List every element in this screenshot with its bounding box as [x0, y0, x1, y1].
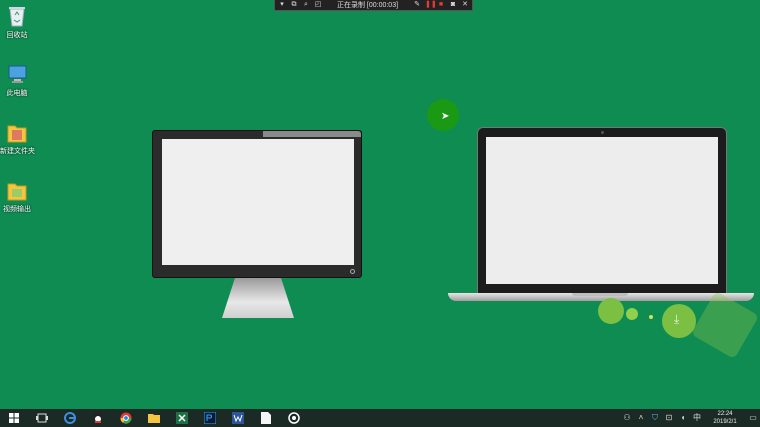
- desktop-icon-this-pc[interactable]: 此电脑: [0, 62, 34, 98]
- photoshop-icon[interactable]: [196, 409, 224, 427]
- pause-icon[interactable]: ❚❚: [425, 0, 437, 10]
- clock-date: 2019/2/1: [713, 419, 737, 425]
- dropdown-arrow-icon[interactable]: ▾: [278, 0, 286, 10]
- decor-dot: [626, 308, 638, 320]
- desktop-icon-new-folder[interactable]: 新建文件夹: [0, 120, 35, 156]
- notifications-icon[interactable]: ▭: [746, 409, 760, 427]
- region-icon[interactable]: ◰: [314, 0, 322, 10]
- decor-dot: [649, 315, 653, 319]
- desktop: 回收站 此电脑 新建文件夹 视频输出 ▾ ⧉ ⌕ ◰ 正在录制 [00:00:0…: [0, 0, 760, 409]
- recycle-bin-icon: [6, 4, 28, 28]
- clock-time: 22:24: [717, 411, 733, 417]
- task-view-icon[interactable]: [28, 409, 56, 427]
- word-icon[interactable]: [224, 409, 252, 427]
- blank-document-icon[interactable]: [252, 409, 280, 427]
- laptop-illustration: [477, 127, 727, 295]
- show-hidden-icons-chevron-icon[interactable]: ˄: [634, 409, 648, 427]
- webcam-icon: [601, 131, 604, 134]
- power-button-icon: [350, 269, 355, 274]
- desktop-icon-label: 视频输出: [3, 206, 31, 213]
- zoom-icon[interactable]: ⌕: [302, 0, 310, 10]
- monitor-screen: [162, 139, 354, 265]
- desktop-icon-video-output[interactable]: 视频输出: [0, 178, 34, 214]
- camera-icon[interactable]: ◙: [449, 0, 457, 10]
- system-tray: ⚇ ˄ ⛉ ⊡ ◖ 中 22:24 2019/2/1 ▭: [620, 409, 760, 427]
- qq-icon[interactable]: [84, 409, 112, 427]
- taskbar: ⚇ ˄ ⛉ ⊡ ◖ 中 22:24 2019/2/1 ▭: [0, 409, 760, 427]
- decor-shape: [690, 290, 760, 360]
- folder-icon: [6, 178, 28, 202]
- file-explorer-icon[interactable]: [140, 409, 168, 427]
- desktop-icon-label: 此电脑: [6, 90, 28, 97]
- people-icon[interactable]: ⚇: [620, 409, 634, 427]
- edge-icon[interactable]: [56, 409, 84, 427]
- recorder-app-icon[interactable]: [280, 409, 308, 427]
- laptop-notch: [572, 293, 628, 296]
- monitor-highlight: [263, 131, 361, 137]
- pen-icon[interactable]: ✎: [413, 0, 421, 10]
- window-mode-icon[interactable]: ⧉: [290, 0, 298, 10]
- desktop-icon-label: 回收站: [6, 32, 28, 39]
- computer-icon: [6, 62, 28, 86]
- monitor-stand: [222, 278, 294, 318]
- mouse-pointer-icon: ➤: [441, 111, 450, 122]
- laptop-screen: [486, 137, 718, 284]
- security-shield-icon[interactable]: ⛉: [648, 409, 662, 427]
- recording-status: 正在录制 [00:00:03]: [336, 2, 399, 9]
- download-icon: ⤓: [674, 312, 680, 326]
- chrome-icon[interactable]: [112, 409, 140, 427]
- monitor-illustration: [152, 130, 362, 278]
- recording-toolbar: ▾ ⧉ ⌕ ◰ 正在录制 [00:00:03] ✎ ❚❚ ■ ◙ ✕: [274, 0, 473, 11]
- stop-icon[interactable]: ■: [437, 0, 445, 10]
- ime-indicator[interactable]: 中: [690, 409, 704, 427]
- volume-icon[interactable]: ◖: [676, 409, 690, 427]
- start-icon[interactable]: [0, 409, 28, 427]
- folder-icon: [6, 120, 28, 144]
- clock[interactable]: 22:24 2019/2/1: [704, 410, 746, 426]
- network-icon[interactable]: ⊡: [662, 409, 676, 427]
- excel-icon[interactable]: [168, 409, 196, 427]
- desktop-icon-recycle-bin[interactable]: 回收站: [0, 4, 34, 40]
- desktop-icon-label: 新建文件夹: [0, 148, 35, 155]
- decor-dot: [598, 298, 624, 324]
- cursor-highlight: ➤: [427, 99, 459, 131]
- close-icon[interactable]: ✕: [461, 0, 469, 10]
